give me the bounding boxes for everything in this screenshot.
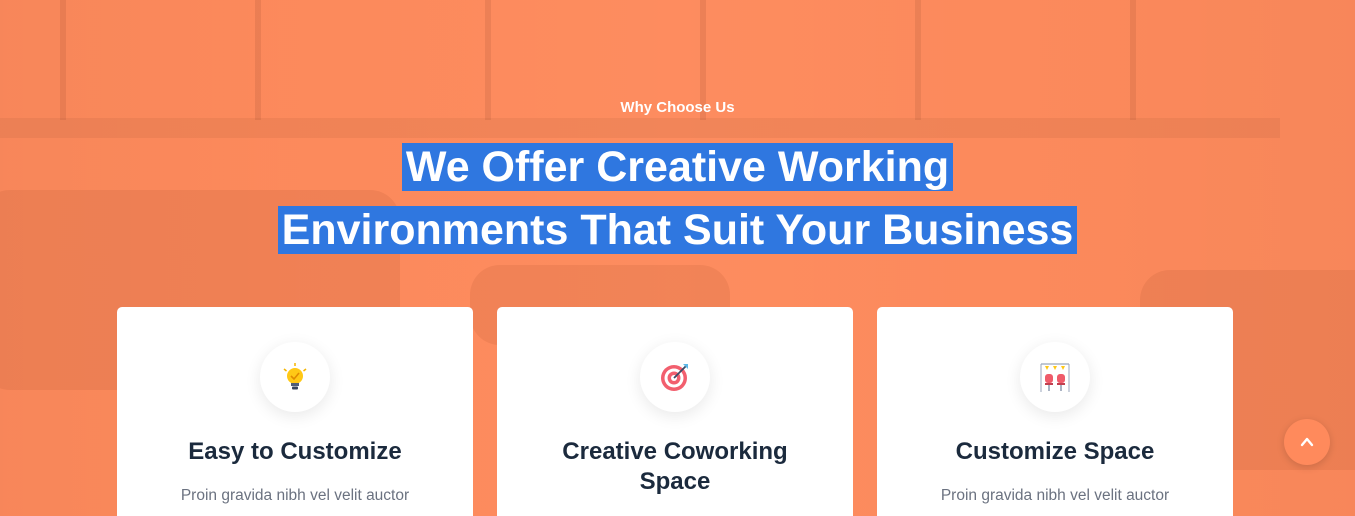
feature-title: Creative Coworking Space	[497, 437, 853, 497]
target-icon	[661, 364, 688, 391]
feature-title: Easy to Customize	[188, 438, 402, 465]
window-sill	[0, 118, 1280, 138]
scroll-to-top-button[interactable]	[1284, 419, 1330, 465]
feature-card-coworking: Creative Coworking Space	[497, 307, 853, 516]
feature-title-line-2: Space	[639, 468, 711, 495]
feature-text: Proin gravida nibh vel velit auctor	[180, 487, 410, 504]
feature-icon-wrap	[1020, 342, 1090, 412]
feature-icon-wrap	[640, 342, 710, 412]
chairs-icon	[1040, 363, 1070, 392]
feature-title: Customize Space	[955, 438, 1155, 465]
section-eyebrow: Why Choose Us	[620, 99, 735, 116]
feature-title-line-1: Creative Coworking	[562, 438, 788, 465]
hero-section: Why Choose Us We Offer Creative Working …	[0, 0, 1355, 516]
section-headline: We Offer Creative Working Environments T…	[0, 136, 1355, 262]
feature-icon-wrap	[260, 342, 330, 412]
feature-card-space: Customize Space Proin gravida nibh vel v…	[877, 307, 1233, 516]
headline-line-2: Environments That Suit Your Business	[277, 206, 1078, 254]
headline-line-1: We Offer Creative Working	[401, 143, 954, 191]
feature-card-customize: Easy to Customize Proin gravida nibh vel…	[117, 307, 473, 516]
feature-text: Proin gravida nibh vel velit auctor	[940, 487, 1170, 504]
chevron-up-icon	[1300, 437, 1314, 447]
lightbulb-icon	[283, 363, 307, 390]
